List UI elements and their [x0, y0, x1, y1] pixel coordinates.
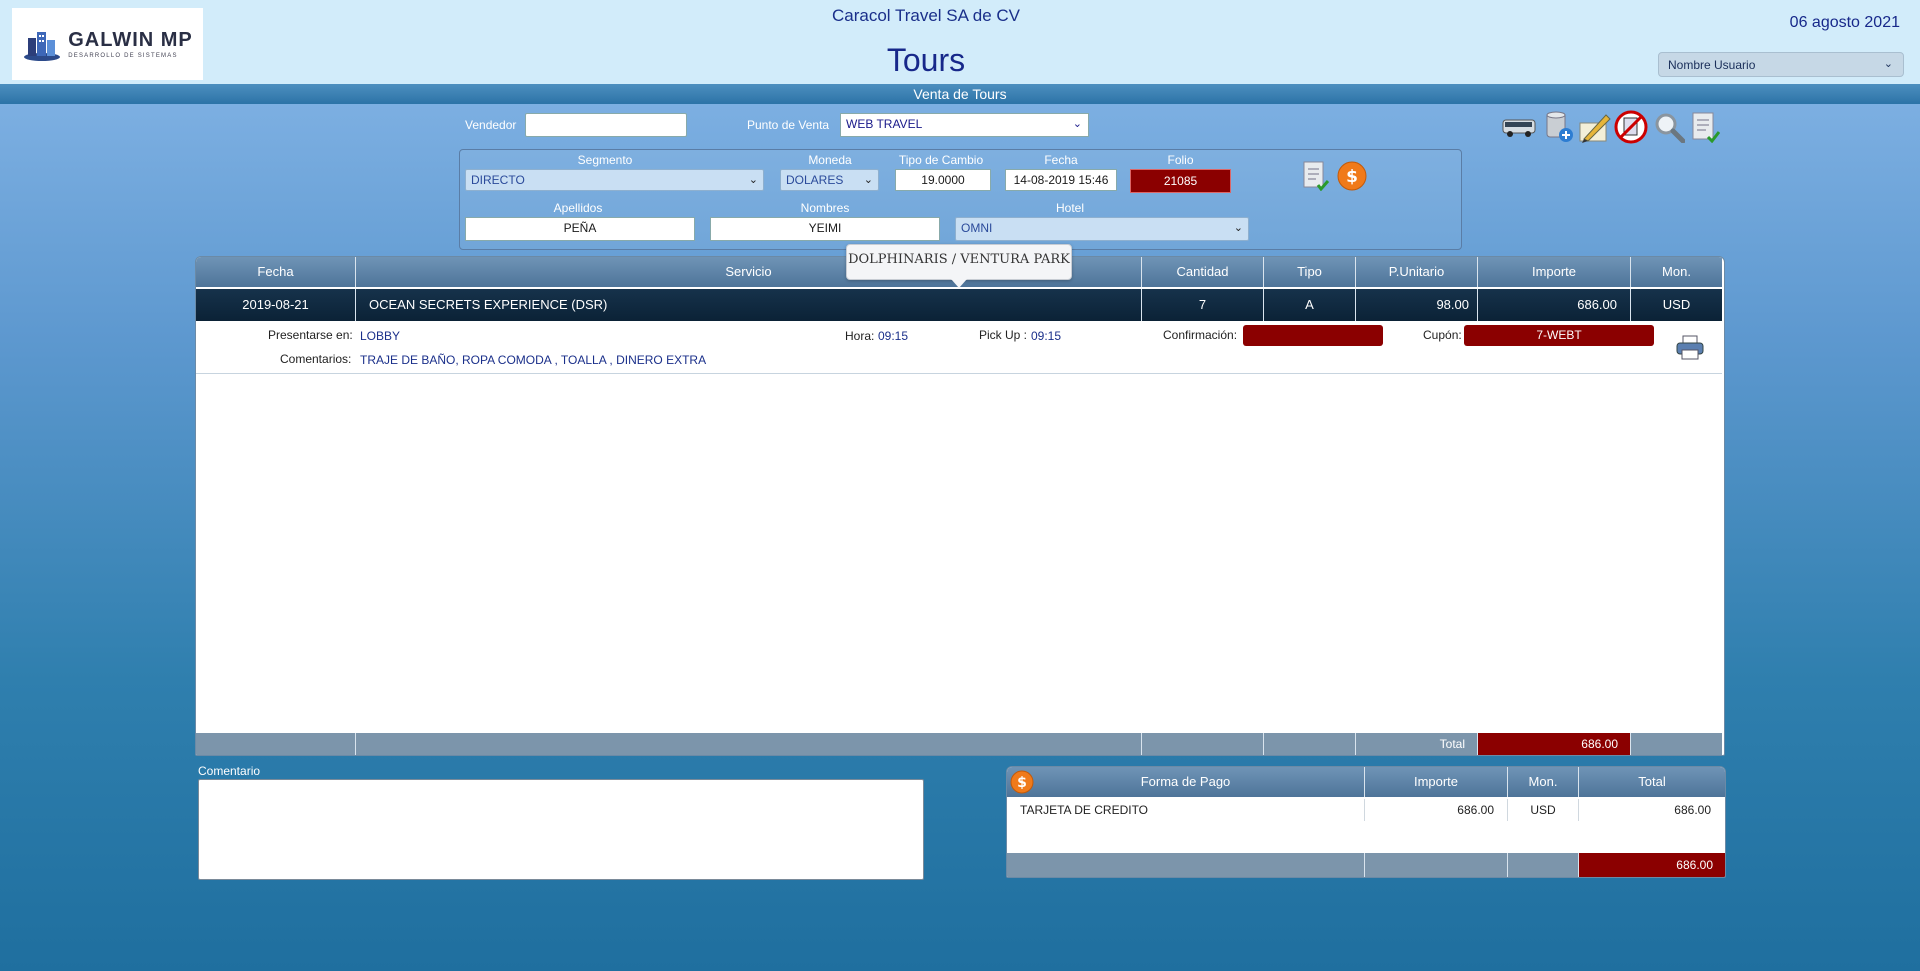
hotel-label: Hotel — [1055, 201, 1084, 215]
document-check-icon[interactable] — [1302, 161, 1330, 192]
tipo-cambio-label: Tipo de Cambio — [898, 153, 984, 167]
row-fecha[interactable]: 2019-08-21 — [196, 289, 356, 321]
page-title: Tours — [886, 42, 966, 78]
svg-text:$: $ — [1346, 167, 1358, 187]
comentario-label: Comentario — [198, 764, 261, 778]
chevron-down-icon: ⌄ — [1883, 58, 1893, 70]
cancel-document-icon[interactable] — [1614, 110, 1648, 144]
folio-label: Folio — [1167, 153, 1194, 167]
company-name: Caracol Travel SA de CV — [831, 6, 1021, 25]
payment-coin-icon[interactable]: $ — [1337, 161, 1367, 191]
segmento-select[interactable]: DIRECTO ⌄ — [465, 169, 764, 191]
payment-table: Forma de Pago $ Importe Mon. Total TARJE… — [1006, 766, 1726, 878]
edit-note-icon[interactable] — [1578, 110, 1612, 144]
col-header-mon[interactable]: Mon. — [1631, 257, 1722, 287]
footer-cell — [196, 733, 356, 755]
nombres-label: Nombres — [800, 201, 850, 215]
chevron-down-icon: ⌄ — [863, 174, 873, 186]
pickup-value: 09:15 — [1031, 329, 1062, 343]
col-header-importe[interactable]: Importe — [1478, 257, 1631, 287]
payment-grand-total: 686.00 — [1579, 853, 1725, 877]
hora-value: 09:15 — [878, 329, 909, 343]
punto-venta-select[interactable]: WEB TRAVEL ⌄ — [840, 113, 1089, 137]
row-tipo[interactable]: A — [1264, 289, 1356, 321]
col-header-p-unitario[interactable]: P.Unitario — [1356, 257, 1478, 287]
row-cantidad[interactable]: 7 — [1142, 289, 1264, 321]
chevron-down-icon: ⌄ — [1072, 118, 1082, 130]
tipo-cambio-input[interactable]: 19.0000 — [895, 169, 991, 191]
presentarse-value: LOBBY — [360, 329, 401, 343]
fecha-label: Fecha — [1044, 153, 1078, 167]
chevron-down-icon: ⌄ — [1233, 222, 1243, 234]
forma-pago-header-label: Forma de Pago — [1140, 774, 1231, 789]
grid-total-value: 686.00 — [1478, 733, 1631, 755]
col-header-fecha[interactable]: Fecha — [196, 257, 356, 287]
col-header-forma-pago[interactable]: Forma de Pago — [1007, 767, 1365, 797]
moneda-label: Moneda — [808, 153, 852, 167]
folio-value: 21085 — [1130, 169, 1231, 193]
comentarios-value: TRAJE DE BAÑO, ROPA COMODA , TOALLA , DI… — [360, 353, 707, 367]
segmento-value: DIRECTO — [471, 173, 525, 187]
payment-total[interactable]: 686.00 — [1579, 799, 1725, 821]
row-servicio[interactable]: OCEAN SECRETS EXPERIENCE (DSR) — [356, 289, 1142, 321]
punto-venta-value: WEB TRAVEL — [846, 117, 923, 131]
col-header-mon[interactable]: Mon. — [1508, 767, 1579, 797]
confirmacion-label: Confirmación: — [1163, 328, 1238, 342]
hotel-value: OMNI — [961, 221, 993, 235]
section-title: Venta de Tours — [913, 86, 1007, 102]
vendedor-input[interactable] — [525, 113, 687, 137]
footer-cell — [1365, 853, 1508, 877]
chevron-down-icon: ⌄ — [748, 174, 758, 186]
pickup-label: Pick Up : — [979, 328, 1028, 342]
user-select[interactable]: Nombre Usuario ⌄ — [1658, 52, 1904, 77]
footer-cell — [1508, 853, 1579, 877]
payment-coin-icon[interactable]: $ — [1010, 770, 1034, 794]
confirmacion-field[interactable] — [1243, 325, 1383, 346]
bus-icon[interactable] — [1502, 110, 1536, 144]
payment-forma[interactable]: TARJETA DE CREDITO — [1007, 799, 1365, 821]
printer-icon[interactable] — [1676, 335, 1704, 361]
row-importe[interactable]: 686.00 — [1478, 289, 1631, 321]
add-database-icon[interactable] — [1542, 110, 1576, 144]
payment-importe[interactable]: 686.00 — [1365, 799, 1508, 821]
punto-venta-label: Punto de Venta — [747, 118, 830, 132]
col-header-importe[interactable]: Importe — [1365, 767, 1508, 797]
cupon-field[interactable]: 7-WEBT — [1464, 325, 1654, 346]
footer-cell — [1142, 733, 1264, 755]
row-mon[interactable]: USD — [1631, 289, 1722, 321]
comentario-textarea[interactable] — [198, 779, 924, 880]
tours-grid: Fecha Servicio Cantidad Tipo P.Unitario … — [195, 256, 1725, 756]
vendedor-label: Vendedor — [465, 118, 517, 132]
moneda-value: DOLARES — [786, 173, 844, 187]
hotel-select[interactable]: OMNI ⌄ — [955, 217, 1249, 241]
col-header-total[interactable]: Total — [1579, 767, 1725, 797]
approve-document-icon[interactable] — [1688, 110, 1722, 144]
row-p-unitario[interactable]: 98.00 — [1356, 289, 1478, 321]
search-icon[interactable] — [1652, 110, 1686, 144]
moneda-select[interactable]: DOLARES ⌄ — [780, 169, 879, 191]
col-header-tipo[interactable]: Tipo — [1264, 257, 1356, 287]
nombres-input[interactable]: YEIMI — [710, 217, 940, 241]
col-header-cantidad[interactable]: Cantidad — [1142, 257, 1264, 287]
footer-cell — [1264, 733, 1356, 755]
cupon-label: Cupón: — [1423, 328, 1462, 342]
payment-mon[interactable]: USD — [1508, 799, 1579, 821]
presentarse-label: Presentarse en: — [268, 328, 353, 342]
svg-text:$: $ — [1017, 775, 1027, 791]
segmento-label: Segmento — [577, 153, 633, 167]
fecha-input[interactable]: 14-08-2019 15:46 — [1005, 169, 1117, 191]
footer-cell — [1631, 733, 1722, 755]
hora-label: Hora: — [845, 329, 875, 343]
current-date: 06 agosto 2021 — [1789, 14, 1900, 31]
footer-cell — [1007, 853, 1365, 877]
service-tooltip: DOLPHINARIS / VENTURA PARK — [846, 244, 1072, 288]
footer-cell — [356, 733, 1142, 755]
user-select-value: Nombre Usuario — [1668, 58, 1756, 72]
section-bar: Venta de Tours — [0, 84, 1920, 104]
apellidos-label: Apellidos — [553, 201, 603, 215]
apellidos-input[interactable]: PEÑA — [465, 217, 695, 241]
total-label: Total — [1356, 733, 1478, 755]
row-detail: Presentarse en: LOBBY Hora: 09:15 Pick U… — [196, 323, 1722, 374]
comentarios-label: Comentarios: — [280, 352, 352, 366]
